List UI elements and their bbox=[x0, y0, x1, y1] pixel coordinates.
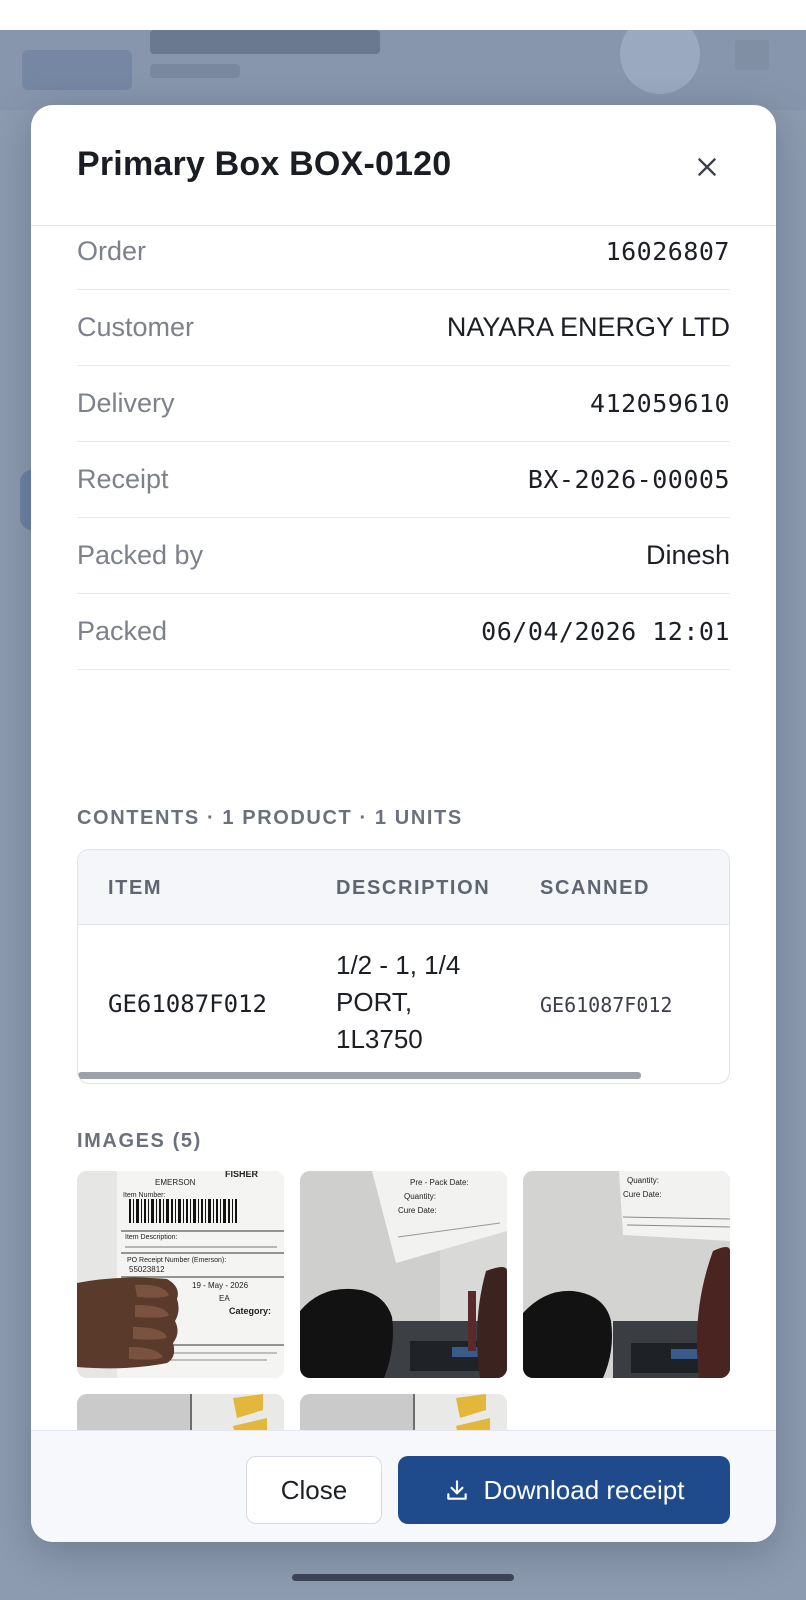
column-header-description: DESCRIPTION bbox=[336, 877, 491, 899]
contents-section-title: CONTENTS · 1 PRODUCT · 1 UNITS bbox=[77, 807, 463, 829]
packed-by-value: Dinesh bbox=[645, 540, 730, 570]
detail-label: Packed by bbox=[77, 540, 204, 570]
modal-body[interactable]: Order 16026807 Customer NAYARA ENERGY LT… bbox=[31, 227, 776, 1430]
image-thumbnail-2[interactable]: Pre - Pack Date: Quantity: Cure Date: bbox=[300, 1171, 507, 1378]
status-bar bbox=[0, 0, 806, 30]
detail-row-customer: Customer NAYARA ENERGY LTD bbox=[77, 290, 730, 366]
svg-text:Quantity:: Quantity: bbox=[404, 1192, 436, 1201]
svg-text:FISHER: FISHER bbox=[225, 1171, 259, 1179]
svg-text:Quantity:: Quantity: bbox=[627, 1176, 659, 1185]
avatar bbox=[620, 30, 700, 94]
background-header bbox=[0, 30, 806, 110]
download-icon bbox=[446, 1480, 467, 1500]
detail-label: Packed bbox=[77, 616, 168, 646]
receipt-value: BX-2026-00005 bbox=[527, 465, 730, 494]
table-header: ITEM DESCRIPTION SCANNED bbox=[78, 850, 729, 925]
image-thumbnail-5[interactable] bbox=[300, 1394, 507, 1430]
detail-label: Customer bbox=[77, 312, 195, 342]
column-header-scanned: SCANNED bbox=[540, 877, 651, 899]
image-thumbnail-4[interactable] bbox=[77, 1394, 284, 1430]
order-value: 16026807 bbox=[605, 237, 730, 266]
horizontal-scrollbar[interactable] bbox=[78, 1072, 641, 1079]
photo-image: Pre - Pack Date: Quantity: Cure Date: bbox=[300, 1171, 507, 1378]
detail-row-receipt: Receipt BX-2026-00005 bbox=[77, 442, 730, 518]
svg-text:19 - May - 2026: 19 - May - 2026 bbox=[192, 1281, 249, 1290]
svg-text:EA: EA bbox=[219, 1294, 230, 1303]
detail-row-packed: Packed 06/04/2026 12:01 bbox=[77, 594, 730, 670]
label-photo-image: EMERSON FISHER Item Number: Item Descrip… bbox=[77, 1171, 284, 1378]
description-cell: 1/2 - 1, 1/4 PORT, 1L3750 bbox=[336, 950, 461, 1054]
background-subtitle bbox=[150, 64, 240, 78]
image-thumbnail-3[interactable]: Quantity: Cure Date: bbox=[523, 1171, 730, 1378]
photo-image bbox=[77, 1394, 284, 1430]
delivery-value: 412059610 bbox=[590, 389, 730, 418]
svg-text:PO Receipt Number (Emerson):: PO Receipt Number (Emerson): bbox=[127, 1257, 226, 1264]
home-indicator bbox=[292, 1574, 514, 1581]
svg-text:Pre - Pack Date:: Pre - Pack Date: bbox=[410, 1178, 469, 1187]
detail-label: Order bbox=[77, 236, 147, 266]
close-button[interactable]: Close bbox=[246, 1456, 382, 1524]
packed-date-value: 06/04/2026 12:01 bbox=[481, 617, 730, 646]
close-modal-button[interactable] bbox=[686, 146, 728, 188]
svg-text:Item Description:: Item Description: bbox=[125, 1234, 178, 1241]
background-title bbox=[150, 30, 380, 54]
close-icon bbox=[698, 158, 716, 176]
svg-text:55023812: 55023812 bbox=[129, 1265, 165, 1274]
menu-icon bbox=[735, 40, 769, 70]
download-receipt-label: Download receipt bbox=[483, 1474, 685, 1505]
column-header-item: ITEM bbox=[108, 877, 163, 899]
detail-label: Receipt bbox=[77, 464, 169, 494]
box-details-modal: Primary Box BOX-0120 Order 16026807 Cust… bbox=[31, 105, 776, 1542]
item-cell: GE61087F012 bbox=[108, 990, 267, 1018]
customer-value: NAYARA ENERGY LTD bbox=[446, 312, 730, 342]
svg-text:EMERSON: EMERSON bbox=[155, 1178, 196, 1187]
svg-text:Item Number:: Item Number: bbox=[123, 1192, 165, 1199]
image-thumbnail-1[interactable]: EMERSON FISHER Item Number: Item Descrip… bbox=[77, 1171, 284, 1378]
detail-label: Delivery bbox=[77, 388, 175, 418]
images-section-title: IMAGES (5) bbox=[77, 1130, 202, 1152]
background-logo bbox=[22, 50, 132, 90]
detail-row-order: Order 16026807 bbox=[77, 227, 730, 290]
modal-header: Primary Box BOX-0120 bbox=[31, 105, 776, 226]
scanned-cell: GE61087F012 bbox=[540, 993, 673, 1017]
modal-footer: Close Download receipt bbox=[31, 1430, 776, 1542]
photo-image: Quantity: Cure Date: bbox=[523, 1171, 730, 1378]
detail-row-delivery: Delivery 412059610 bbox=[77, 366, 730, 442]
detail-row-packed-by: Packed by Dinesh bbox=[77, 518, 730, 594]
contents-table[interactable]: ITEM DESCRIPTION SCANNED GE61087F012 1/2… bbox=[77, 849, 730, 1084]
download-receipt-button[interactable]: Download receipt bbox=[398, 1456, 730, 1524]
svg-text:Category:: Category: bbox=[229, 1306, 271, 1316]
svg-text:Cure Date:: Cure Date: bbox=[398, 1206, 437, 1215]
svg-text:Cure Date:: Cure Date: bbox=[623, 1190, 662, 1199]
modal-title: Primary Box BOX-0120 bbox=[77, 145, 452, 183]
photo-image bbox=[300, 1394, 507, 1430]
